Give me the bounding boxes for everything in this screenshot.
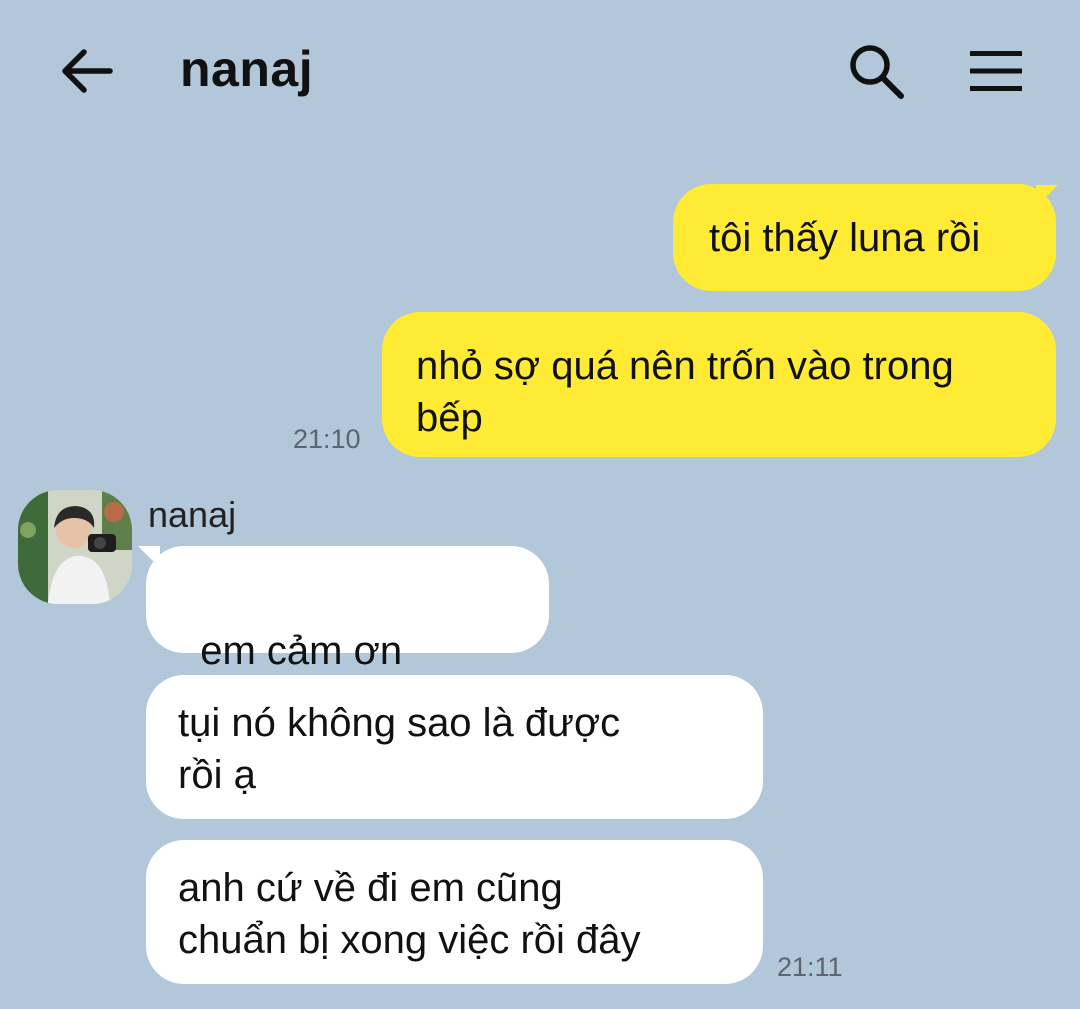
avatar[interactable] [18,490,132,604]
incoming-message-bubble[interactable]: anh cứ về đi em cũng chuẩn bị xong việc … [146,840,763,984]
hamburger-menu-icon [970,51,1022,91]
outgoing-message-bubble[interactable]: nhỏ sợ quá nên trốn vào trong bếp [382,312,1056,457]
incoming-message-bubble[interactable]: em cảm ơn [146,546,549,773]
chat-title: nanaj [180,41,314,97]
menu-button[interactable] [963,40,1029,102]
chat-header: nanaj [0,0,1080,140]
incoming-message-bubble[interactable]: tụi nó không sao là được rồi ạ [146,675,763,819]
search-button[interactable] [845,40,907,102]
outgoing-message-bubble[interactable]: tôi thấy luna rồi [673,184,1056,291]
search-icon [850,45,904,99]
sender-name: nanaj [148,494,237,535]
incoming-message-text: em cảm ơn [200,629,403,673]
profile-photo [18,490,132,604]
back-button[interactable] [58,42,116,100]
message-timestamp: 21:11 [777,952,843,982]
arrow-left-icon [62,49,113,93]
message-timestamp: 21:10 [293,424,361,454]
